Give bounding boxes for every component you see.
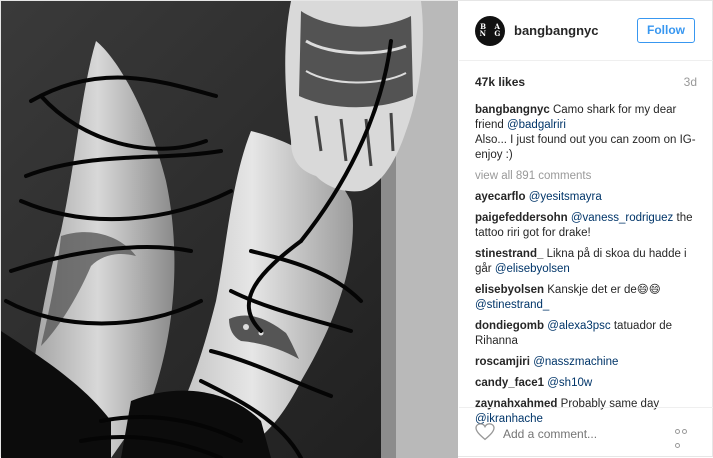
list-item: roscamjiri @nasszmachine <box>475 355 699 370</box>
more-dot <box>675 443 680 448</box>
list-item: candy_face1 @sh10w <box>475 376 699 391</box>
comment-mention[interactable]: @elisebyolsen <box>495 263 570 275</box>
caption: bangbangnyc Camo shark for my dear frien… <box>475 103 699 163</box>
list-item: elisebyolsen Kanskje det er de😄😄 @stines… <box>475 283 699 313</box>
comment-text: Kanskje det er de😄😄 <box>547 284 661 296</box>
stats-row: 47k likes 3d <box>475 75 697 89</box>
caption-username[interactable]: bangbangnyc <box>475 104 550 116</box>
post-author-username[interactable]: bangbangnyc <box>514 23 599 38</box>
more-options-icon[interactable] <box>675 423 695 448</box>
comment-list: bangbangnyc Camo shark for my dear frien… <box>475 103 699 433</box>
caption-text-2: Also... I just found out you can zoom on… <box>475 134 696 161</box>
list-item: paigefeddersohn @vaness_rodriguez the ta… <box>475 211 699 241</box>
comment-mention[interactable]: @stinestrand_ <box>475 299 549 311</box>
follow-button[interactable]: Follow <box>637 18 695 43</box>
comment-username[interactable]: ayecarflo <box>475 191 526 203</box>
comment-mention[interactable]: @alexa3psc <box>547 320 610 332</box>
comment-username[interactable]: dondiegomb <box>475 320 544 332</box>
list-item: dondiegomb @alexa3psc tatuador de Rihann… <box>475 319 699 349</box>
comment-username[interactable]: roscamjiri <box>475 356 530 368</box>
avatar-letters-bottom: N G <box>479 29 504 38</box>
list-item: stinestrand_ Likna på di skoa du hadde i… <box>475 247 699 277</box>
list-item: ayecarflo @yesitsmayra <box>475 190 699 205</box>
add-comment-input[interactable] <box>501 424 655 444</box>
comment-username[interactable]: elisebyolsen <box>475 284 544 296</box>
comment-username[interactable]: candy_face1 <box>475 377 544 389</box>
post-side-panel: B A N G bangbangnyc Follow 47k likes 3d … <box>459 1 713 457</box>
instagram-post: B A N G bangbangnyc Follow 47k likes 3d … <box>0 0 713 458</box>
comment-mention[interactable]: @vaness_rodriguez <box>571 212 673 224</box>
more-dot <box>682 429 687 434</box>
likes-count[interactable]: 47k likes <box>475 75 525 89</box>
comment-username[interactable]: paigefeddersohn <box>475 212 568 224</box>
view-all-comments-link[interactable]: view all 891 comments <box>475 169 699 184</box>
avatar[interactable]: B A N G <box>475 16 505 46</box>
post-time[interactable]: 3d <box>684 75 697 89</box>
comment-mention[interactable]: @sh10w <box>547 377 592 389</box>
comment-mention[interactable]: @yesitsmayra <box>529 191 602 203</box>
comment-username[interactable]: stinestrand_ <box>475 248 543 260</box>
post-photo[interactable] <box>1 1 458 458</box>
post-header: B A N G bangbangnyc Follow <box>459 1 713 61</box>
comment-footer <box>459 407 713 457</box>
comment-mention[interactable]: @nasszmachine <box>533 356 618 368</box>
tattoo-photo-illustration <box>1 1 458 458</box>
more-dot <box>675 429 680 434</box>
heart-icon[interactable] <box>475 423 495 441</box>
caption-mention[interactable]: @badgalriri <box>507 119 566 131</box>
